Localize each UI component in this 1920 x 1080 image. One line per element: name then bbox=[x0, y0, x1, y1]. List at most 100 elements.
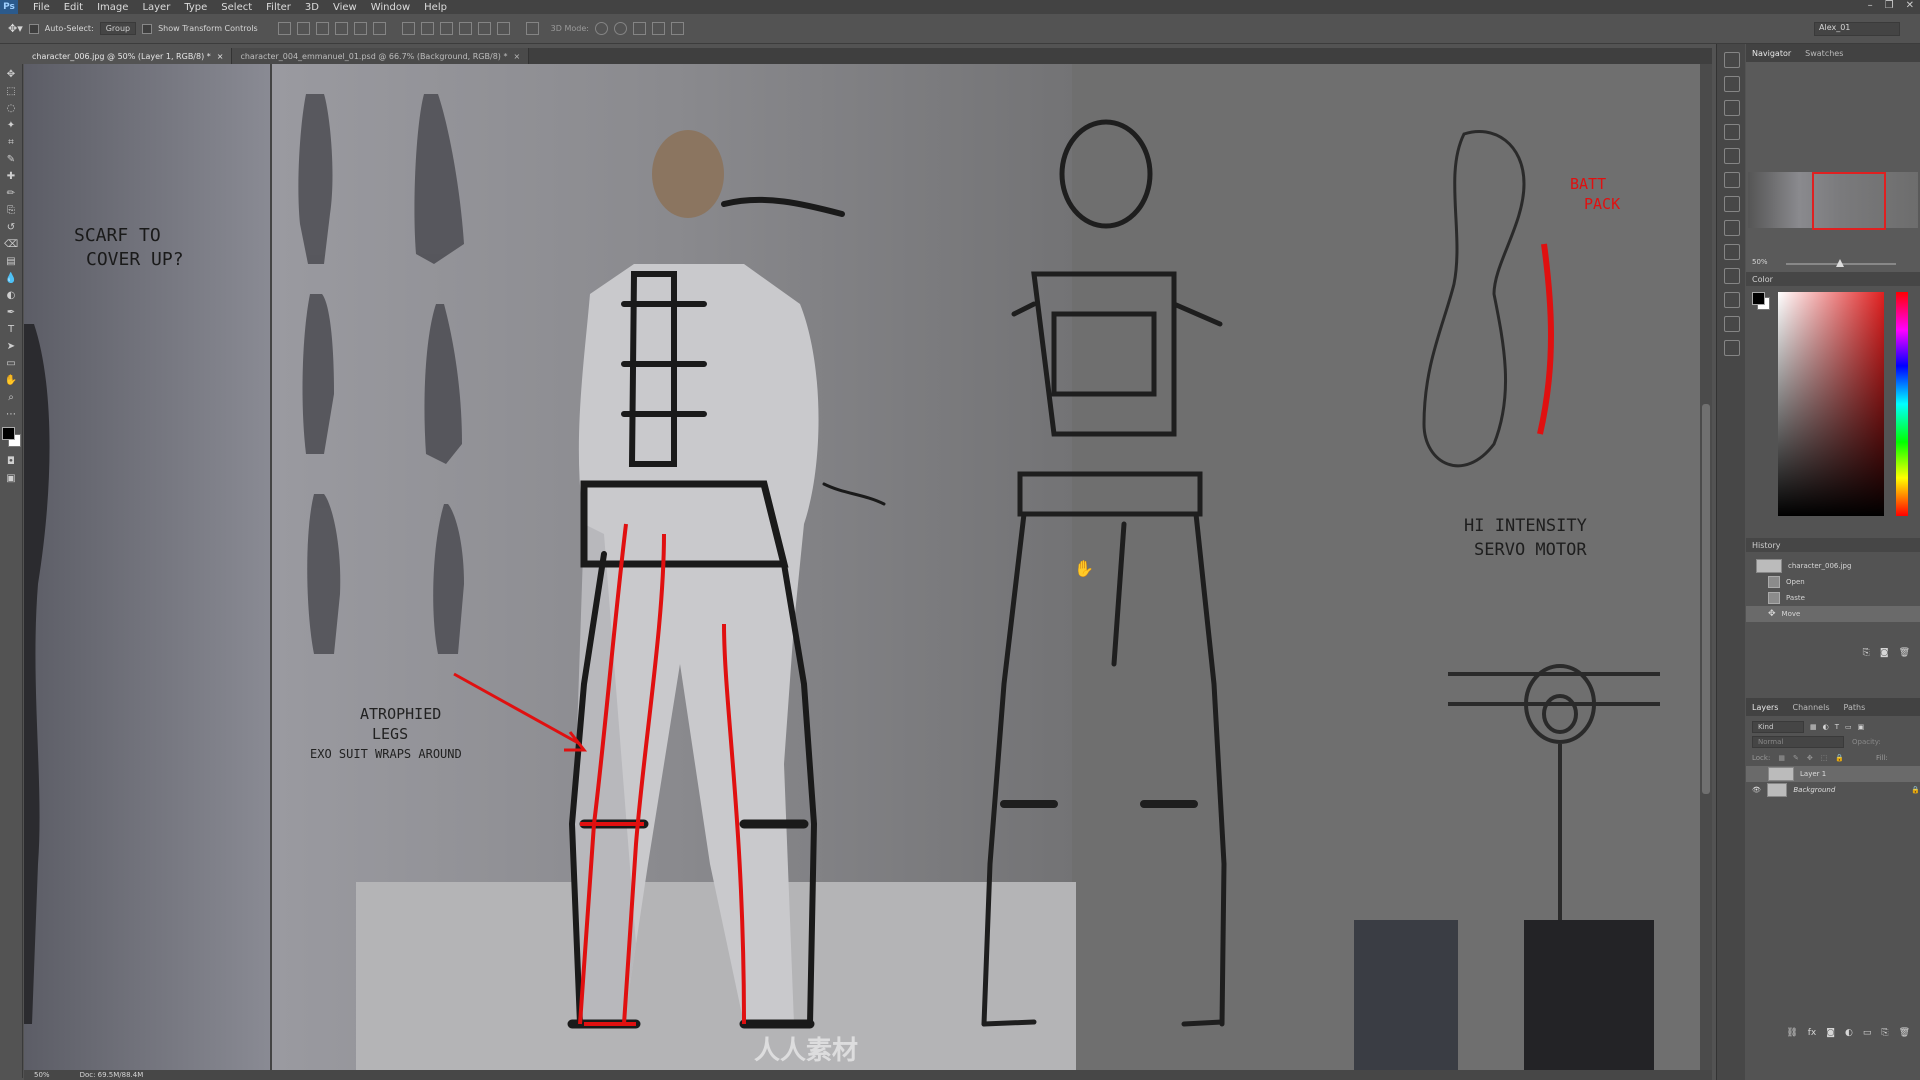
properties-panel-icon[interactable] bbox=[1724, 220, 1740, 236]
layer-kind-filter[interactable]: Kind bbox=[1752, 721, 1804, 733]
menu-help[interactable]: Help bbox=[417, 2, 454, 13]
color-swatches[interactable] bbox=[0, 425, 22, 451]
path-select-icon[interactable]: ➤ bbox=[4, 339, 18, 353]
foreground-color-swatch[interactable] bbox=[2, 427, 15, 440]
lasso-tool-icon[interactable]: ◌ bbox=[4, 101, 18, 115]
delete-layer-icon[interactable]: 🗑 bbox=[1899, 1028, 1910, 1038]
glyphs-panel-icon[interactable] bbox=[1724, 316, 1740, 332]
tab-character-006[interactable]: character_006.jpg @ 50% (Layer 1, RGB/8)… bbox=[24, 48, 233, 64]
more-tools-icon[interactable]: ⋯ bbox=[4, 407, 18, 421]
lock-transparent-icon[interactable]: ▦ bbox=[1778, 754, 1785, 762]
filter-shape-icon[interactable]: ▭ bbox=[1845, 723, 1852, 731]
status-zoom[interactable]: 50% bbox=[34, 1071, 50, 1079]
layer-style-icon[interactable]: fx bbox=[1808, 1028, 1817, 1038]
lock-position-icon[interactable]: ✥ bbox=[1807, 754, 1813, 762]
layer-name[interactable]: Background bbox=[1793, 786, 1835, 794]
clone-source-panel-icon[interactable] bbox=[1724, 148, 1740, 164]
history-snapshot[interactable]: character_006.jpg bbox=[1746, 558, 1920, 574]
tab-character-004[interactable]: character_004_emmanuel_01.psd @ 66.7% (B… bbox=[232, 48, 530, 64]
move-tool-icon[interactable]: ✥ bbox=[4, 67, 18, 81]
navigator-preview[interactable]: 50% bbox=[1746, 62, 1920, 272]
info-panel-icon[interactable] bbox=[1724, 244, 1740, 260]
new-snapshot-icon[interactable]: ◙ bbox=[1880, 648, 1889, 658]
histogram-panel-icon[interactable] bbox=[1724, 76, 1740, 92]
navigator-view-box[interactable] bbox=[1812, 172, 1886, 230]
distribute-bottom-icon[interactable] bbox=[439, 22, 453, 35]
tab-navigator[interactable]: Navigator bbox=[1752, 49, 1791, 58]
timeline-panel-icon[interactable] bbox=[1724, 340, 1740, 356]
align-hcenter-icon[interactable] bbox=[353, 22, 367, 35]
navigator-panel-icon[interactable] bbox=[1724, 52, 1740, 68]
menu-file[interactable]: File bbox=[26, 2, 57, 13]
lock-artboard-icon[interactable]: ⬚ bbox=[1821, 754, 1828, 762]
new-layer-icon[interactable]: ⎘ bbox=[1881, 1028, 1888, 1038]
minimize-button[interactable]: – bbox=[1868, 0, 1873, 11]
tab-close-icon[interactable]: × bbox=[217, 52, 224, 61]
close-window-button[interactable]: ✕ bbox=[1906, 0, 1914, 11]
auto-select-checkbox[interactable] bbox=[28, 23, 39, 34]
crop-tool-icon[interactable]: ⌗ bbox=[4, 135, 18, 149]
align-right-icon[interactable] bbox=[372, 22, 386, 35]
color-panel-title[interactable]: Color bbox=[1746, 272, 1920, 286]
screen-mode-icon[interactable]: ▣ bbox=[4, 471, 18, 485]
3d-slide-icon[interactable] bbox=[651, 22, 665, 35]
layer-name[interactable]: Layer 1 bbox=[1800, 770, 1826, 778]
visibility-eye-icon[interactable]: 👁 bbox=[1752, 786, 1761, 794]
menu-select[interactable]: Select bbox=[214, 2, 259, 13]
history-panel-title[interactable]: History bbox=[1746, 538, 1920, 552]
tab-channels[interactable]: Channels bbox=[1792, 703, 1829, 712]
eyedropper-icon[interactable]: ✎ bbox=[4, 152, 18, 166]
dodge-icon[interactable]: ◐ bbox=[4, 288, 18, 302]
filter-pixel-icon[interactable]: ▦ bbox=[1810, 723, 1817, 731]
menu-filter[interactable]: Filter bbox=[259, 2, 298, 13]
magic-wand-icon[interactable]: ✦ bbox=[4, 118, 18, 132]
tab-layers[interactable]: Layers bbox=[1752, 703, 1778, 712]
paragraph-panel-icon[interactable] bbox=[1724, 196, 1740, 212]
brush-panel-icon[interactable] bbox=[1724, 124, 1740, 140]
tab-paths[interactable]: Paths bbox=[1844, 703, 1866, 712]
filter-smart-object-icon[interactable]: ▣ bbox=[1858, 723, 1865, 731]
link-layers-icon[interactable]: ⛓ bbox=[1786, 1028, 1797, 1038]
menu-3d[interactable]: 3D bbox=[298, 2, 326, 13]
filter-adjustment-icon[interactable]: ◐ bbox=[1823, 723, 1829, 731]
distribute-hcenter-icon[interactable] bbox=[477, 22, 491, 35]
history-item-move[interactable]: ✥ Move bbox=[1746, 606, 1920, 622]
color-foreground-swatch[interactable] bbox=[1752, 292, 1765, 305]
brush-tool-icon[interactable]: ✏ bbox=[4, 186, 18, 200]
document-canvas[interactable]: ✋ SCARF TO COVER UP? ATROPHIED LEGS EXO … bbox=[24, 64, 1700, 1070]
lock-pixels-icon[interactable]: ✎ bbox=[1793, 754, 1799, 762]
zoom-tool-icon[interactable]: ⌕ bbox=[4, 390, 18, 404]
tab-close-icon[interactable]: × bbox=[513, 52, 520, 61]
distribute-vcenter-icon[interactable] bbox=[420, 22, 434, 35]
menu-layer[interactable]: Layer bbox=[135, 2, 177, 13]
align-left-icon[interactable] bbox=[334, 22, 348, 35]
blend-mode-dropdown[interactable]: Normal bbox=[1752, 736, 1844, 748]
scrollbar-thumb[interactable] bbox=[1702, 404, 1710, 794]
hand-tool-icon[interactable]: ✋ bbox=[4, 373, 18, 387]
layer-row-layer-1[interactable]: Layer 1 bbox=[1746, 766, 1920, 782]
marquee-tool-icon[interactable]: ⬚ bbox=[4, 84, 18, 98]
add-mask-icon[interactable]: ◙ bbox=[1826, 1028, 1835, 1038]
history-item-paste[interactable]: Paste bbox=[1746, 590, 1920, 606]
restore-button[interactable]: ❐ bbox=[1885, 0, 1894, 11]
workspace-switcher[interactable]: Alex_01 bbox=[1814, 22, 1900, 36]
align-top-icon[interactable] bbox=[277, 22, 291, 35]
distribute-left-icon[interactable] bbox=[458, 22, 472, 35]
tools-preset-panel-icon[interactable] bbox=[1724, 268, 1740, 284]
quick-mask-icon[interactable]: ◘ bbox=[4, 454, 18, 468]
lock-all-icon[interactable]: 🔒 bbox=[1835, 754, 1844, 762]
menu-image[interactable]: Image bbox=[90, 2, 135, 13]
delete-state-icon[interactable]: 🗑 bbox=[1899, 648, 1910, 658]
canvas-scrollbar[interactable] bbox=[1700, 64, 1712, 1070]
pen-tool-icon[interactable]: ✒ bbox=[4, 305, 18, 319]
color-field[interactable] bbox=[1778, 292, 1884, 516]
3d-panel-icon[interactable] bbox=[1724, 292, 1740, 308]
menu-window[interactable]: Window bbox=[364, 2, 417, 13]
hue-slider[interactable] bbox=[1896, 292, 1908, 516]
3d-rotate-icon[interactable] bbox=[594, 22, 608, 35]
auto-align-icon[interactable] bbox=[525, 22, 539, 35]
blur-icon[interactable]: 💧 bbox=[4, 271, 18, 285]
character-panel-icon[interactable] bbox=[1724, 172, 1740, 188]
shape-tool-icon[interactable]: ▭ bbox=[4, 356, 18, 370]
menu-view[interactable]: View bbox=[326, 2, 364, 13]
